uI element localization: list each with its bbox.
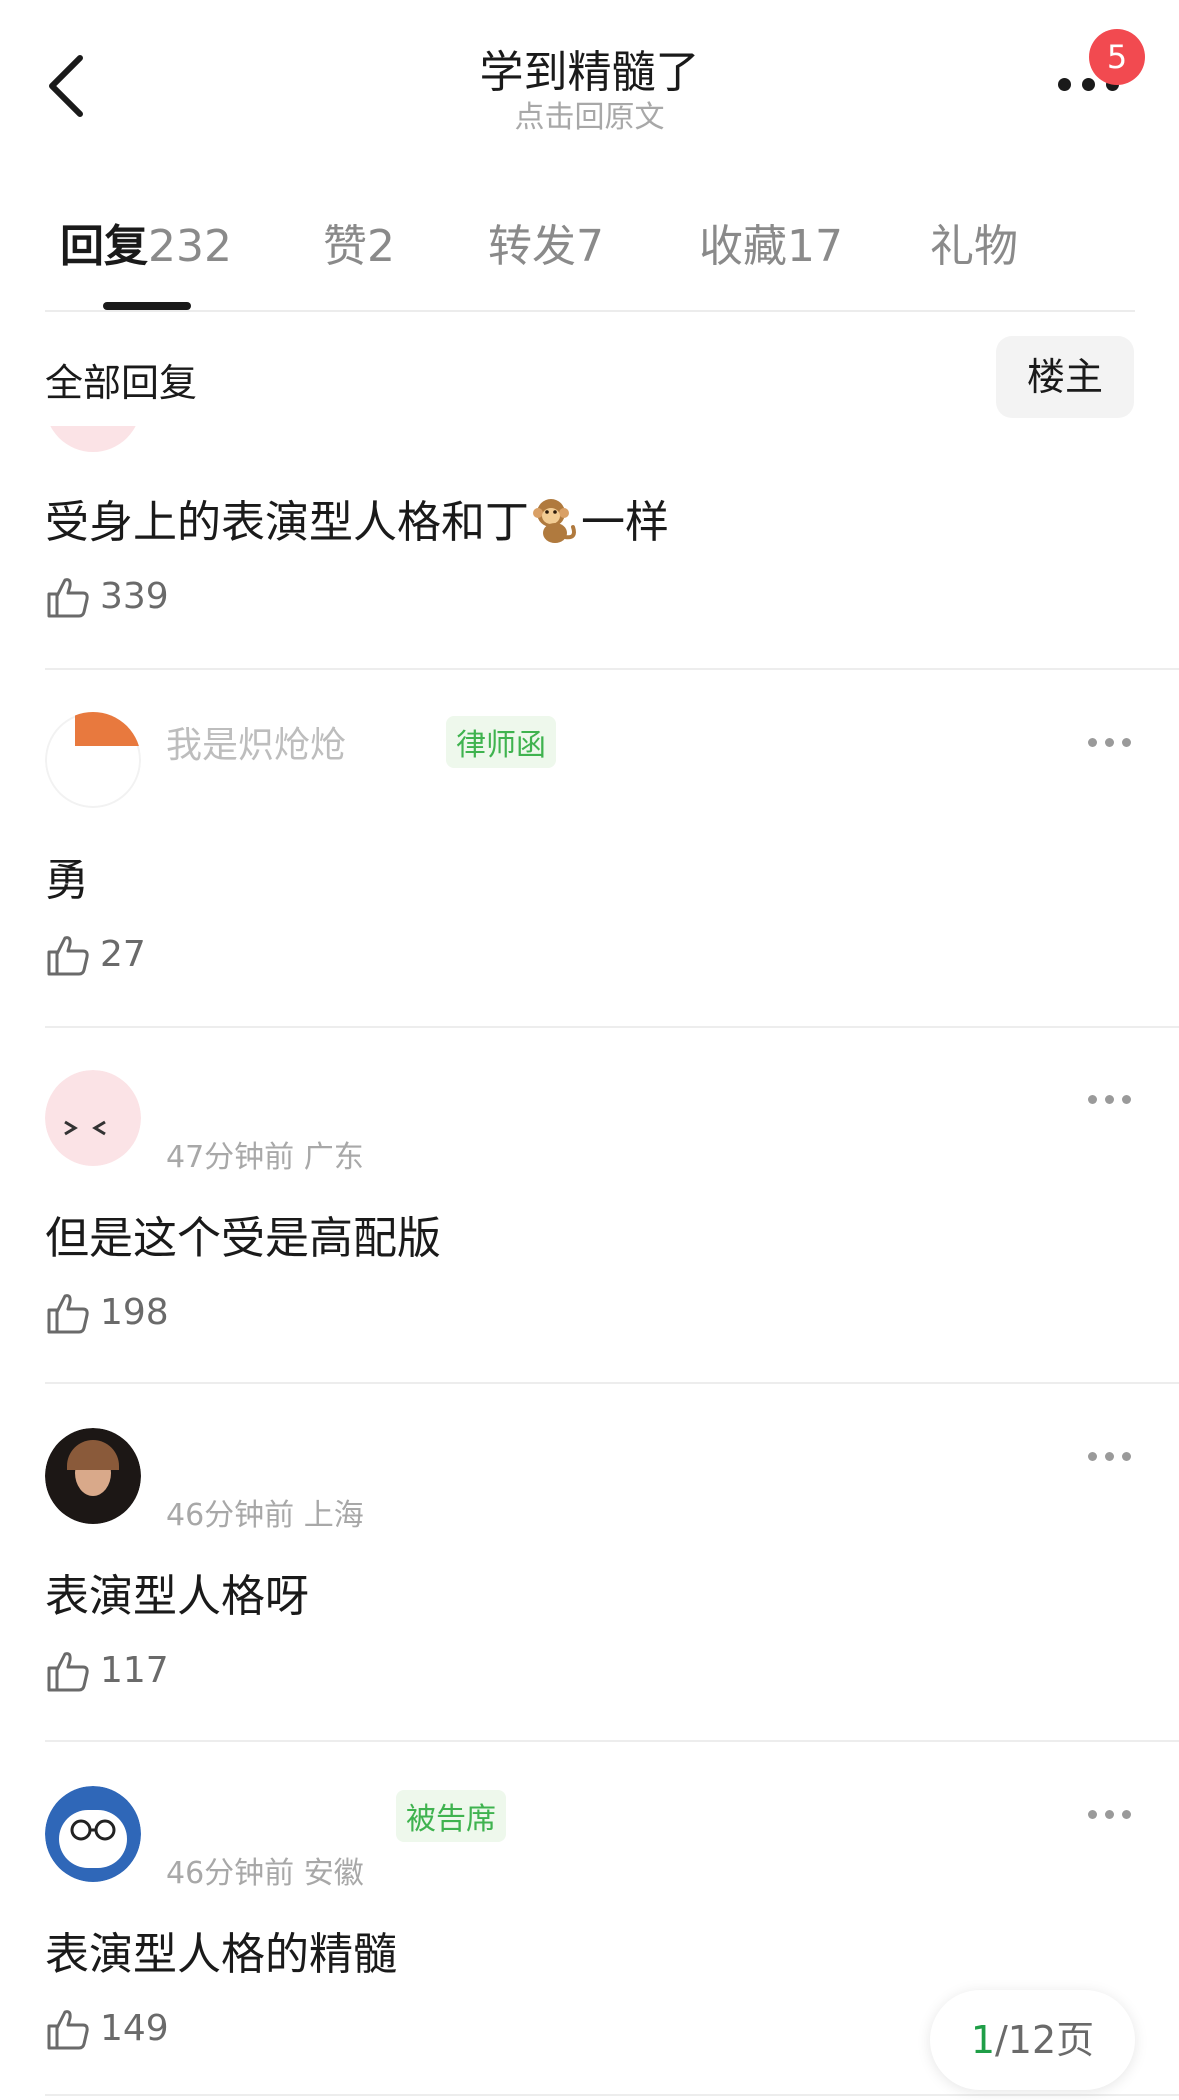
comment-time: 47分钟前 <box>166 1140 295 1175</box>
comment-text-part: 受身上的表演型人格和丁 <box>45 497 529 548</box>
like-count: 198 <box>100 1292 169 1333</box>
divider <box>45 2094 1179 2096</box>
comment-text: 勇 <box>45 855 89 906</box>
comment-time: 46分钟前 <box>166 1498 295 1533</box>
comment-text: 但是这个受是高配版 <box>45 1213 441 1264</box>
comment-more-button[interactable] <box>1086 1442 1134 1472</box>
tab-replies[interactable]: 回复232 <box>60 210 232 274</box>
comment-meta: 46分钟前 上海 <box>166 1490 364 1534</box>
thumbs-up-icon <box>47 1294 89 1334</box>
comment-location: 安徽 <box>303 1856 364 1891</box>
comment-time: 46分钟前 <box>166 1856 295 1891</box>
defendant-seat-tag: 被告席 <box>396 1790 506 1842</box>
comment-text-part: 一样 <box>581 497 669 548</box>
avatar[interactable] <box>45 1428 141 1524</box>
comment-meta: 46分钟前 安徽 <box>166 1848 364 1892</box>
tab-label: 转发 <box>488 221 576 272</box>
current-page: 1 <box>970 2018 995 2062</box>
tab-bar: 回复232 赞2 转发7 收藏17 礼物 <box>0 210 1179 310</box>
all-replies-label: 全部回复 <box>45 361 198 405</box>
divider <box>45 1026 1179 1028</box>
tab-label: 礼物 <box>930 221 1018 272</box>
like-count: 117 <box>100 1650 169 1691</box>
comment-location: 上海 <box>303 1498 364 1533</box>
view-original-link[interactable]: 点击回原文 <box>0 92 1179 136</box>
avatar[interactable] <box>45 1070 141 1166</box>
like-count: 27 <box>100 934 146 975</box>
like-count: 149 <box>100 2008 169 2049</box>
tab-reposts[interactable]: 转发7 <box>488 210 604 274</box>
comment-location: 广东 <box>303 1140 364 1175</box>
notification-badge: 5 <box>1089 29 1145 85</box>
comment-more-button[interactable] <box>1086 1800 1134 1830</box>
comment-text: 表演型人格呀 <box>45 1571 309 1622</box>
more-dot-icon <box>1058 78 1071 91</box>
thumbs-up-icon <box>47 2010 89 2050</box>
owner-filter-button[interactable]: 楼主 <box>996 336 1134 418</box>
tab-count: 7 <box>576 221 604 272</box>
tab-count: 2 <box>367 221 395 272</box>
tab-count: 232 <box>148 221 232 272</box>
more-dot-icon <box>1082 78 1095 91</box>
comment-more-button[interactable] <box>1086 1085 1134 1115</box>
tab-likes[interactable]: 赞2 <box>323 210 395 274</box>
tabs-divider <box>45 310 1135 312</box>
top-bar: 学到精髓了 点击回原文 5 <box>0 0 1179 150</box>
tab-label: 赞 <box>323 221 367 272</box>
divider <box>45 1382 1179 1384</box>
thumbs-up-icon <box>47 578 89 618</box>
avatar[interactable] <box>45 1786 141 1882</box>
monkey-emoji-icon <box>533 499 576 543</box>
lawyer-letter-tag: 律师函 <box>446 716 556 768</box>
tab-label: 回复 <box>60 221 148 272</box>
total-pages: /12页 <box>995 2018 1095 2062</box>
avatar[interactable] <box>45 712 141 808</box>
comment-text: 表演型人格的精髓 <box>45 1929 397 1980</box>
tab-count: 17 <box>787 221 843 272</box>
thumbs-up-icon <box>47 936 89 976</box>
page-indicator[interactable]: 1/12页 <box>930 1990 1135 2090</box>
like-count: 339 <box>100 576 169 617</box>
comment-text: 受身上的表演型人格和丁 一样 <box>45 486 669 550</box>
thumbs-up-icon <box>47 1652 89 1692</box>
comment-meta: 47分钟前 广东 <box>166 1132 364 1176</box>
tab-gifts[interactable]: 礼物 <box>930 210 1018 274</box>
comment-more-button[interactable] <box>1086 728 1134 758</box>
tab-label: 收藏 <box>699 221 787 272</box>
username[interactable]: 我是炽炝炝 <box>166 716 346 768</box>
divider <box>45 668 1179 670</box>
tab-favorites[interactable]: 收藏17 <box>699 210 843 274</box>
page-title: 学到精髓了 <box>479 47 700 98</box>
active-tab-indicator <box>103 302 191 310</box>
divider <box>45 1740 1179 1742</box>
